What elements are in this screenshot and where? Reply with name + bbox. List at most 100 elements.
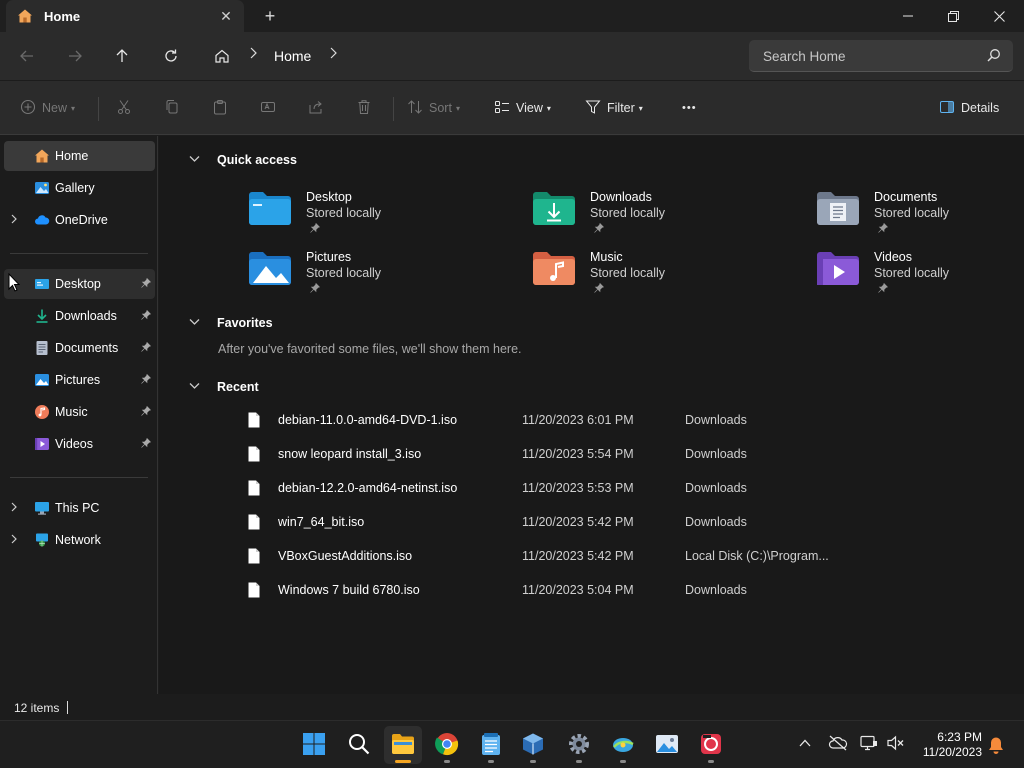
pin-icon[interactable] (141, 437, 152, 451)
table-row[interactable]: debian-11.0.0-amd64-DVD-1.iso 11/20/2023… (248, 405, 908, 435)
sidebar-item-gallery[interactable]: Gallery (4, 173, 155, 203)
table-row[interactable]: VBoxGuestAdditions.iso 11/20/2023 5:42 P… (248, 541, 908, 571)
sidebar-item-videos[interactable]: Videos (4, 429, 155, 459)
sidebar-item-label: This PC (55, 501, 100, 515)
pin-icon[interactable] (141, 309, 152, 323)
rename-button[interactable] (260, 96, 276, 120)
close-tab-button[interactable]: ✕ (214, 4, 238, 28)
title-bar: Home ✕ + (0, 0, 1024, 32)
recent-header[interactable]: Recent (189, 380, 259, 394)
sidebar-item-onedrive[interactable]: OneDrive (4, 205, 155, 235)
taskbar-clock[interactable]: 6:23 PM 11/20/2023 (916, 730, 982, 760)
sidebar-item-home[interactable]: Home (4, 141, 155, 171)
volume-muted-icon[interactable] (887, 735, 905, 754)
forward-button[interactable] (60, 42, 90, 70)
notification-bell-icon[interactable] (988, 736, 1004, 757)
tab-home[interactable]: Home ✕ (6, 0, 244, 32)
favorites-header[interactable]: Favorites (189, 316, 273, 330)
pin-icon[interactable] (141, 405, 152, 419)
chevron-right-icon[interactable] (10, 534, 18, 547)
table-row[interactable]: Windows 7 build 6780.iso 11/20/2023 5:04… (248, 575, 908, 605)
quick-access-desktop[interactable]: Desktop Stored locally (248, 190, 478, 242)
divider (98, 97, 99, 121)
breadcrumb-separator-icon[interactable] (248, 46, 258, 62)
cut-button[interactable] (116, 96, 132, 120)
chrome-icon (435, 732, 459, 759)
new-button[interactable]: New ▾ (20, 96, 75, 120)
sidebar-item-label: Desktop (55, 277, 101, 291)
paste-button[interactable] (212, 96, 228, 120)
back-button[interactable] (12, 42, 42, 70)
search-button[interactable] (340, 726, 378, 764)
search-input[interactable] (763, 47, 973, 65)
sidebar-item-this-pc[interactable]: This PC (4, 493, 155, 523)
copy-icon (164, 99, 180, 118)
file-name: VBoxGuestAdditions.iso (278, 549, 413, 563)
breadcrumb-home[interactable]: Home (274, 48, 311, 64)
network-display-icon[interactable] (860, 735, 878, 754)
pin-icon (310, 282, 321, 296)
quick-access-videos[interactable]: Videos Stored locally (816, 250, 1024, 302)
minimize-button[interactable] (885, 0, 931, 32)
taskbar-virtualbox[interactable] (514, 726, 552, 764)
videos-folder-icon (816, 250, 860, 286)
taskbar-notepad[interactable] (472, 726, 510, 764)
filter-button[interactable]: Filter ▾ (585, 96, 643, 120)
clock-date: 11/20/2023 (922, 745, 982, 759)
chevron-up-icon[interactable] (799, 737, 811, 751)
pin-icon[interactable] (141, 373, 152, 387)
cut-icon (116, 99, 132, 118)
sidebar-item-documents[interactable]: Documents (4, 333, 155, 363)
sidebar-item-downloads[interactable]: Downloads (4, 301, 155, 331)
more-options-button[interactable]: ••• (682, 96, 697, 120)
copy-button[interactable] (164, 96, 180, 120)
sidebar-item-pictures[interactable]: Pictures (4, 365, 155, 395)
sidebar-item-network[interactable]: Network (4, 525, 155, 555)
search-icon[interactable] (987, 48, 1001, 65)
file-name: Windows 7 build 6780.iso (278, 583, 420, 597)
delete-button[interactable] (356, 96, 372, 120)
details-button[interactable]: Details (939, 96, 999, 120)
new-tab-button[interactable]: + (258, 4, 282, 28)
tile-subtitle: Stored locally (874, 266, 950, 280)
navigation-pane: Home Gallery OneDrive Desktop Downloads (0, 136, 158, 694)
cloud-icon (34, 212, 50, 228)
tile-name: Videos (874, 250, 912, 264)
pin-icon[interactable] (141, 277, 152, 291)
quick-access-pictures[interactable]: Pictures Stored locally (248, 250, 478, 302)
downloads-folder-icon (532, 190, 576, 226)
view-button[interactable]: View ▾ (494, 96, 551, 120)
chevron-right-icon[interactable] (10, 502, 18, 515)
refresh-button[interactable] (156, 42, 186, 70)
taskbar-file-explorer[interactable] (384, 726, 422, 764)
table-row[interactable]: debian-12.2.0-amd64-netinst.iso 11/20/20… (248, 473, 908, 503)
quick-access-documents[interactable]: Documents Stored locally (816, 190, 1024, 242)
close-window-button[interactable] (976, 0, 1022, 32)
sidebar-item-label: Home (55, 149, 89, 163)
start-button[interactable] (295, 726, 333, 764)
breadcrumb-expand-icon[interactable] (328, 46, 338, 62)
sort-button[interactable]: Sort ▾ (407, 96, 460, 120)
taskbar-network-app[interactable] (604, 726, 642, 764)
table-row[interactable]: snow leopard install_3.iso 11/20/2023 5:… (248, 439, 908, 469)
quick-access-music[interactable]: Music Stored locally (532, 250, 762, 302)
notepad-icon (481, 732, 501, 759)
quick-access-downloads[interactable]: Downloads Stored locally (532, 190, 762, 242)
sidebar-item-desktop[interactable]: Desktop (4, 269, 155, 299)
table-row[interactable]: win7_64_bit.iso 11/20/2023 5:42 PM Downl… (248, 507, 908, 537)
restore-button[interactable] (930, 0, 976, 32)
sidebar-item-music[interactable]: Music (4, 397, 155, 427)
taskbar-photos[interactable] (648, 726, 686, 764)
chevron-right-icon[interactable] (10, 214, 18, 227)
quick-access-header[interactable]: Quick access (189, 153, 297, 167)
home-icon (16, 7, 34, 25)
virtualbox-icon (521, 732, 545, 759)
taskbar-media-app[interactable] (692, 726, 730, 764)
taskbar-chrome[interactable] (428, 726, 466, 764)
onedrive-offline-icon[interactable] (828, 735, 848, 754)
pin-icon[interactable] (141, 341, 152, 355)
taskbar-settings[interactable] (560, 726, 598, 764)
up-button[interactable] (107, 42, 137, 70)
home-breadcrumb-icon[interactable] (207, 42, 237, 70)
share-button[interactable] (308, 96, 324, 120)
